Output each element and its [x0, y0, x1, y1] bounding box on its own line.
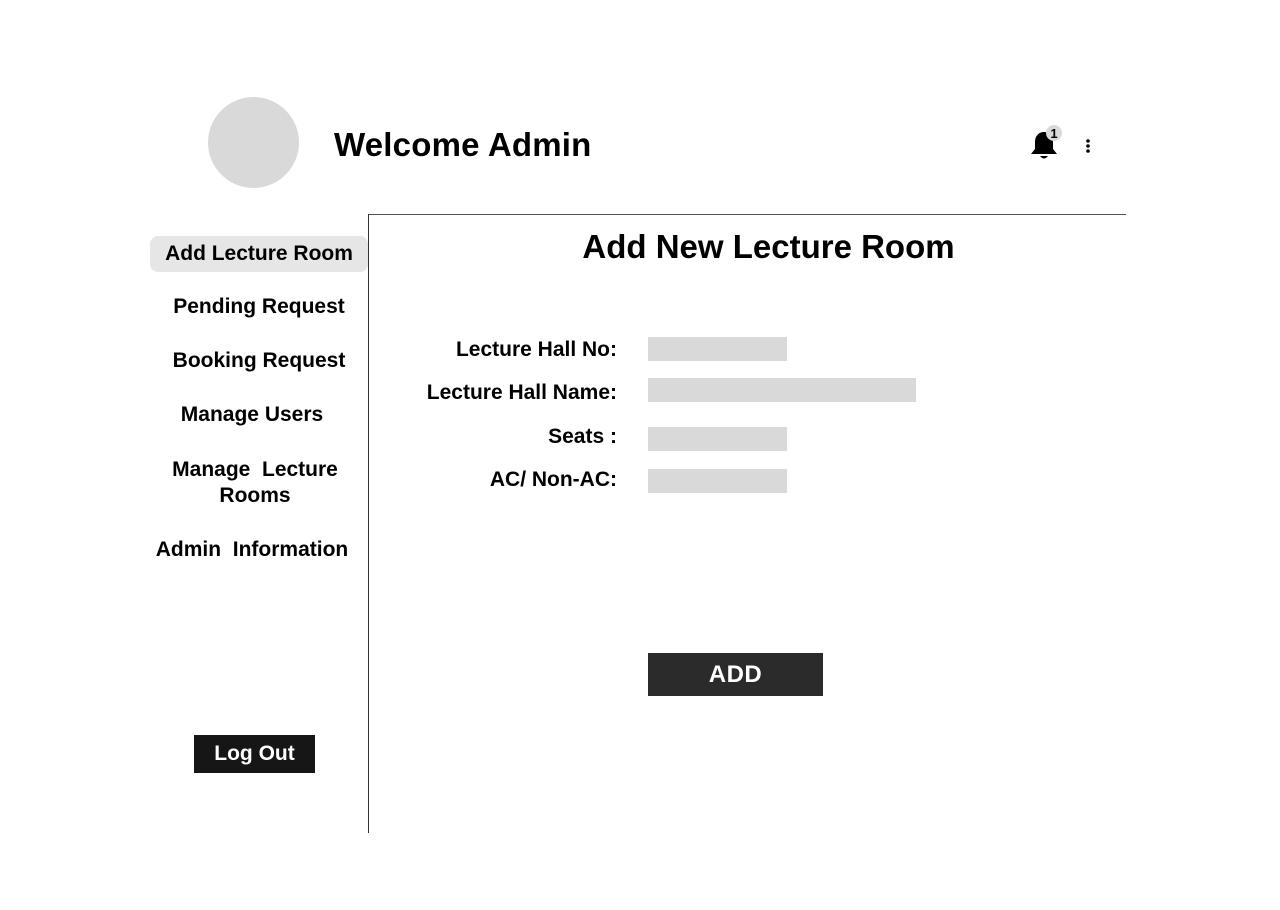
- add-button[interactable]: ADD: [648, 653, 823, 696]
- lecture-hall-no-label: Lecture Hall No:: [455, 338, 617, 361]
- sidebar-item-add-lecture-room[interactable]: Add Lecture Room: [150, 236, 368, 272]
- sidebar-item-manage-users[interactable]: Manage Users: [143, 402, 361, 428]
- sidebar-item-booking-request[interactable]: Booking Request: [150, 348, 368, 374]
- logout-button[interactable]: Log Out: [194, 735, 315, 773]
- sidebar-item-pending-request[interactable]: Pending Request: [150, 294, 368, 320]
- sidebar-item-manage-lecture-rooms[interactable]: Manage Lecture Rooms: [155, 457, 355, 509]
- lecture-hall-no-input[interactable]: [648, 337, 787, 361]
- form-title: Add New Lecture Room: [582, 228, 955, 265]
- more-vertical-icon[interactable]: [1080, 136, 1096, 156]
- seats-input[interactable]: [648, 427, 787, 451]
- ac-non-ac-label: AC/ Non-AC:: [489, 468, 617, 491]
- lecture-hall-name-label: Lecture Hall Name:: [426, 381, 617, 404]
- avatar: [208, 97, 299, 188]
- ac-non-ac-input[interactable]: [648, 469, 787, 493]
- seats-label: Seats :: [548, 425, 617, 448]
- lecture-hall-name-input[interactable]: [648, 378, 916, 402]
- sidebar-divider: [368, 214, 369, 833]
- sidebar-item-admin-information[interactable]: Admin Information: [143, 537, 361, 563]
- notification-badge: 1: [1046, 125, 1062, 141]
- page-title: Welcome Admin: [334, 126, 592, 163]
- header-divider: [368, 214, 1126, 215]
